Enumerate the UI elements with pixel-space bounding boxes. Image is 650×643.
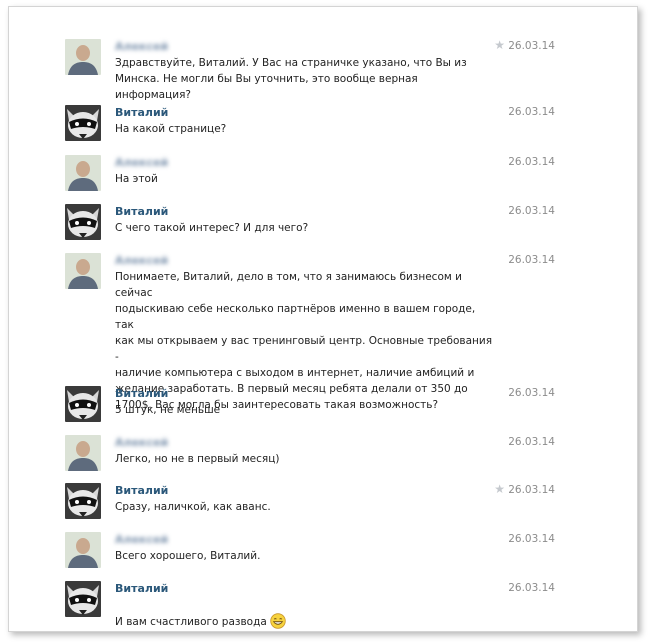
person-avatar-icon (65, 253, 101, 289)
avatar-alexey[interactable] (65, 253, 101, 289)
message-text: С чего такой интерес? И для чего? (115, 222, 309, 234)
message-author[interactable]: Виталий (115, 205, 168, 219)
message-author[interactable]: Алексей (115, 436, 168, 450)
message-author[interactable]: Виталий (115, 484, 168, 498)
message-text-row: И вам счастливого развода (115, 597, 495, 630)
raccoon-avatar-icon (65, 204, 101, 240)
message-item: Виталий ★ 26.03.14 Сразу, наличкой, как … (65, 482, 555, 523)
message-date: 26.03.14 (508, 387, 555, 399)
message-item: Виталий 26.03.14 На какой странице? (65, 105, 555, 145)
message-author[interactable]: Алексей (115, 156, 168, 170)
message-date: 26.03.14 (508, 205, 555, 217)
raccoon-avatar-icon (65, 581, 101, 617)
message-text: 5 штук, не меньше (115, 404, 221, 416)
message-text: На этой (115, 173, 158, 185)
star-icon[interactable]: ★ (494, 38, 505, 52)
grinning-face-emoji-icon (270, 613, 286, 629)
message-text: На какой странице? (115, 123, 227, 135)
person-avatar-icon (65, 155, 101, 191)
message-text: Легко, но не в первый месяц) (115, 453, 280, 465)
message-date: 26.03.14 (508, 106, 555, 118)
message-author[interactable]: Алексей (115, 533, 168, 547)
message-item: Алексей 26.03.14 Легко, но не в первый м… (65, 435, 555, 475)
message-item: Алексей ★ 26.03.14 Здравствуйте, Виталий… (65, 38, 555, 101)
avatar-alexey[interactable] (65, 435, 101, 471)
person-avatar-icon (65, 532, 101, 568)
message-date: 26.03.14 (508, 533, 555, 545)
message-item: Виталий 26.03.14 И вам счастливого разво… (65, 581, 555, 629)
raccoon-avatar-icon (65, 105, 101, 141)
message-text: Сразу, наличкой, как аванс. (115, 501, 271, 513)
message-item: Алексей 26.03.14 На этой (65, 155, 555, 195)
message-item: Виталий 26.03.14 5 штук, не меньше (65, 386, 555, 426)
avatar-vitaly[interactable] (65, 483, 101, 519)
message-author[interactable]: Алексей (115, 254, 168, 268)
message-item: Алексей 26.03.14 Всего хорошего, Виталий… (65, 532, 555, 572)
message-author[interactable]: Виталий (115, 582, 168, 596)
message-date: 26.03.14 (508, 484, 555, 496)
avatar-vitaly[interactable] (65, 581, 101, 617)
avatar-alexey[interactable] (65, 39, 101, 75)
avatar-alexey[interactable] (65, 532, 101, 568)
message-date: 26.03.14 (508, 254, 555, 266)
star-icon[interactable]: ★ (494, 482, 505, 496)
raccoon-avatar-icon (65, 386, 101, 422)
person-avatar-icon (65, 435, 101, 471)
message-text: Здравствуйте, Виталий. У Вас на страничк… (115, 57, 467, 101)
avatar-vitaly[interactable] (65, 105, 101, 141)
raccoon-avatar-icon (65, 483, 101, 519)
message-text: И вам счастливого развода (115, 616, 267, 628)
message-author[interactable]: Виталий (115, 387, 168, 401)
message-item: Алексей 26.03.14 Понимаете, Виталий, дел… (65, 253, 555, 411)
avatar-vitaly[interactable] (65, 204, 101, 240)
message-history-panel: Алексей ★ 26.03.14 Здравствуйте, Виталий… (8, 6, 638, 632)
message-date: 26.03.14 (508, 582, 555, 594)
message-date: 26.03.14 (508, 40, 555, 52)
message-author[interactable]: Алексей (115, 40, 168, 54)
message-text: Всего хорошего, Виталий. (115, 550, 261, 562)
message-date: 26.03.14 (508, 436, 555, 448)
avatar-alexey[interactable] (65, 155, 101, 191)
message-item: Виталий 26.03.14 С чего такой интерес? И… (65, 204, 555, 244)
message-date: 26.03.14 (508, 156, 555, 168)
person-avatar-icon (65, 39, 101, 75)
message-author[interactable]: Виталий (115, 106, 168, 120)
avatar-vitaly[interactable] (65, 386, 101, 422)
